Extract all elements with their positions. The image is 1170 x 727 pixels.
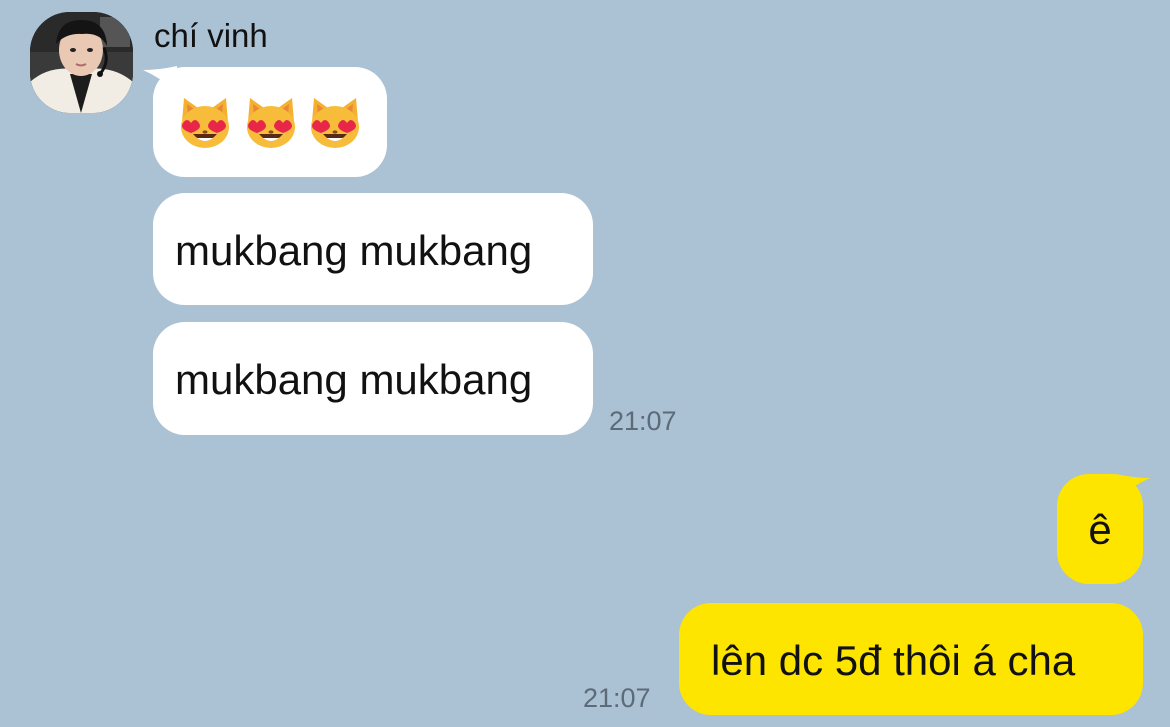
incoming-timestamp: 21:07 bbox=[609, 406, 677, 436]
message-text: mukbang mukbang bbox=[175, 227, 533, 274]
avatar-photo bbox=[30, 12, 133, 113]
outgoing-message-bubble[interactable]: lên dc 5đ thôi á cha bbox=[679, 603, 1143, 715]
message-text: lên dc 5đ thôi á cha bbox=[711, 637, 1076, 684]
cat-heart-eyes-emoji bbox=[311, 98, 359, 148]
sender-name: chí vinh bbox=[154, 17, 268, 54]
message-text: mukbang mukbang bbox=[175, 356, 533, 403]
incoming-message-bubble[interactable]: mukbang mukbang bbox=[153, 193, 593, 305]
message-text: ê bbox=[1088, 506, 1112, 553]
outgoing-message-bubble[interactable]: ê bbox=[1057, 474, 1143, 584]
sender-avatar[interactable] bbox=[30, 12, 133, 113]
cat-heart-eyes-emoji bbox=[247, 98, 295, 148]
outgoing-timestamp: 21:07 bbox=[583, 683, 651, 713]
incoming-message-bubble[interactable]: mukbang mukbang bbox=[153, 322, 593, 435]
cat-heart-eyes-emoji bbox=[181, 98, 229, 148]
